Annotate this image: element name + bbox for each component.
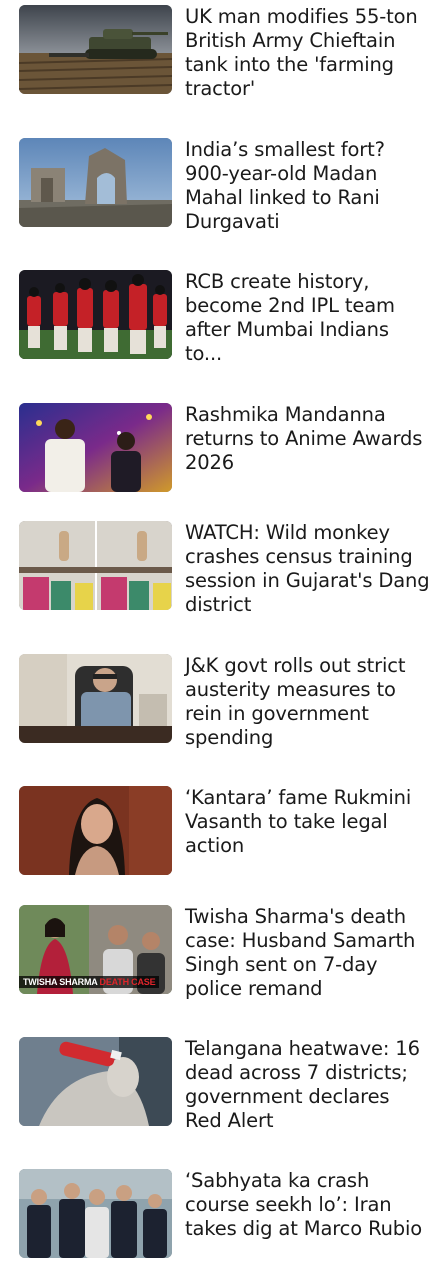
news-item[interactable]: TWISHA SHARMA DEATH CASE Twisha Sharma's… xyxy=(0,900,436,1020)
headline[interactable]: UK man modifies 55-ton British Army Chie… xyxy=(185,5,431,101)
awards-stage-photo-icon xyxy=(19,403,172,492)
tank-farm-photo-icon xyxy=(19,5,172,94)
headline[interactable]: Rashmika Mandanna returns to Anime Award… xyxy=(185,403,431,475)
couple-thumbnail[interactable]: TWISHA SHARMA DEATH CASE xyxy=(19,905,172,994)
headline[interactable]: Telangana heatwave: 16 dead across 7 dis… xyxy=(185,1037,431,1133)
thumbnail-caption: TWISHA SHARMA DEATH CASE xyxy=(19,976,160,988)
caption-accent: DEATH CASE xyxy=(99,977,156,987)
news-item[interactable]: ‘Sabhyata ka crash course seekh lo’: Ira… xyxy=(0,1164,436,1263)
headline[interactable]: Twisha Sharma's death case: Husband Sama… xyxy=(185,905,431,1001)
headline[interactable]: ‘Kantara’ fame Rukmini Vasanth to take l… xyxy=(185,786,431,858)
awards-stage-thumbnail[interactable] xyxy=(19,403,172,492)
headline[interactable]: WATCH: Wild monkey crashes census traini… xyxy=(185,521,431,617)
actress-portrait-thumbnail[interactable] xyxy=(19,786,172,875)
news-item[interactable]: India’s smallest fort? 900-year-old Mada… xyxy=(0,133,436,253)
monkey-classroom-thumbnail[interactable] xyxy=(19,521,172,610)
news-item[interactable]: UK man modifies 55-ton British Army Chie… xyxy=(0,0,436,120)
ruined-fort-thumbnail[interactable] xyxy=(19,138,172,227)
news-item[interactable]: Rashmika Mandanna returns to Anime Award… xyxy=(0,398,436,518)
news-item[interactable]: WATCH: Wild monkey crashes census traini… xyxy=(0,516,436,636)
news-item[interactable]: ‘Kantara’ fame Rukmini Vasanth to take l… xyxy=(0,781,436,901)
drinking-water-thumbnail[interactable] xyxy=(19,1037,172,1126)
news-item[interactable]: RCB create history, become 2nd IPL team … xyxy=(0,265,436,385)
officials-walking-thumbnail[interactable] xyxy=(19,1169,172,1258)
news-feed: UK man modifies 55-ton British Army Chie… xyxy=(0,0,436,1263)
caption-primary: TWISHA SHARMA xyxy=(23,977,98,987)
officials-walking-photo-icon xyxy=(19,1169,172,1258)
ruined-fort-photo-icon xyxy=(19,138,172,227)
news-item[interactable]: Telangana heatwave: 16 dead across 7 dis… xyxy=(0,1032,436,1152)
headline[interactable]: India’s smallest fort? 900-year-old Mada… xyxy=(185,138,431,234)
headline[interactable]: ‘Sabhyata ka crash course seekh lo’: Ira… xyxy=(185,1169,431,1241)
actress-portrait-photo-icon xyxy=(19,786,172,875)
cricket-team-photo-icon xyxy=(19,270,172,359)
tank-farm-thumbnail[interactable] xyxy=(19,5,172,94)
drinking-water-photo-icon xyxy=(19,1037,172,1126)
cricket-team-thumbnail[interactable] xyxy=(19,270,172,359)
headline[interactable]: J&K govt rolls out strict austerity meas… xyxy=(185,654,431,750)
official-desk-photo-icon xyxy=(19,654,172,743)
headline[interactable]: RCB create history, become 2nd IPL team … xyxy=(185,270,431,366)
monkey-classroom-photo-icon xyxy=(19,521,172,610)
news-item[interactable]: J&K govt rolls out strict austerity meas… xyxy=(0,649,436,769)
official-desk-thumbnail[interactable] xyxy=(19,654,172,743)
